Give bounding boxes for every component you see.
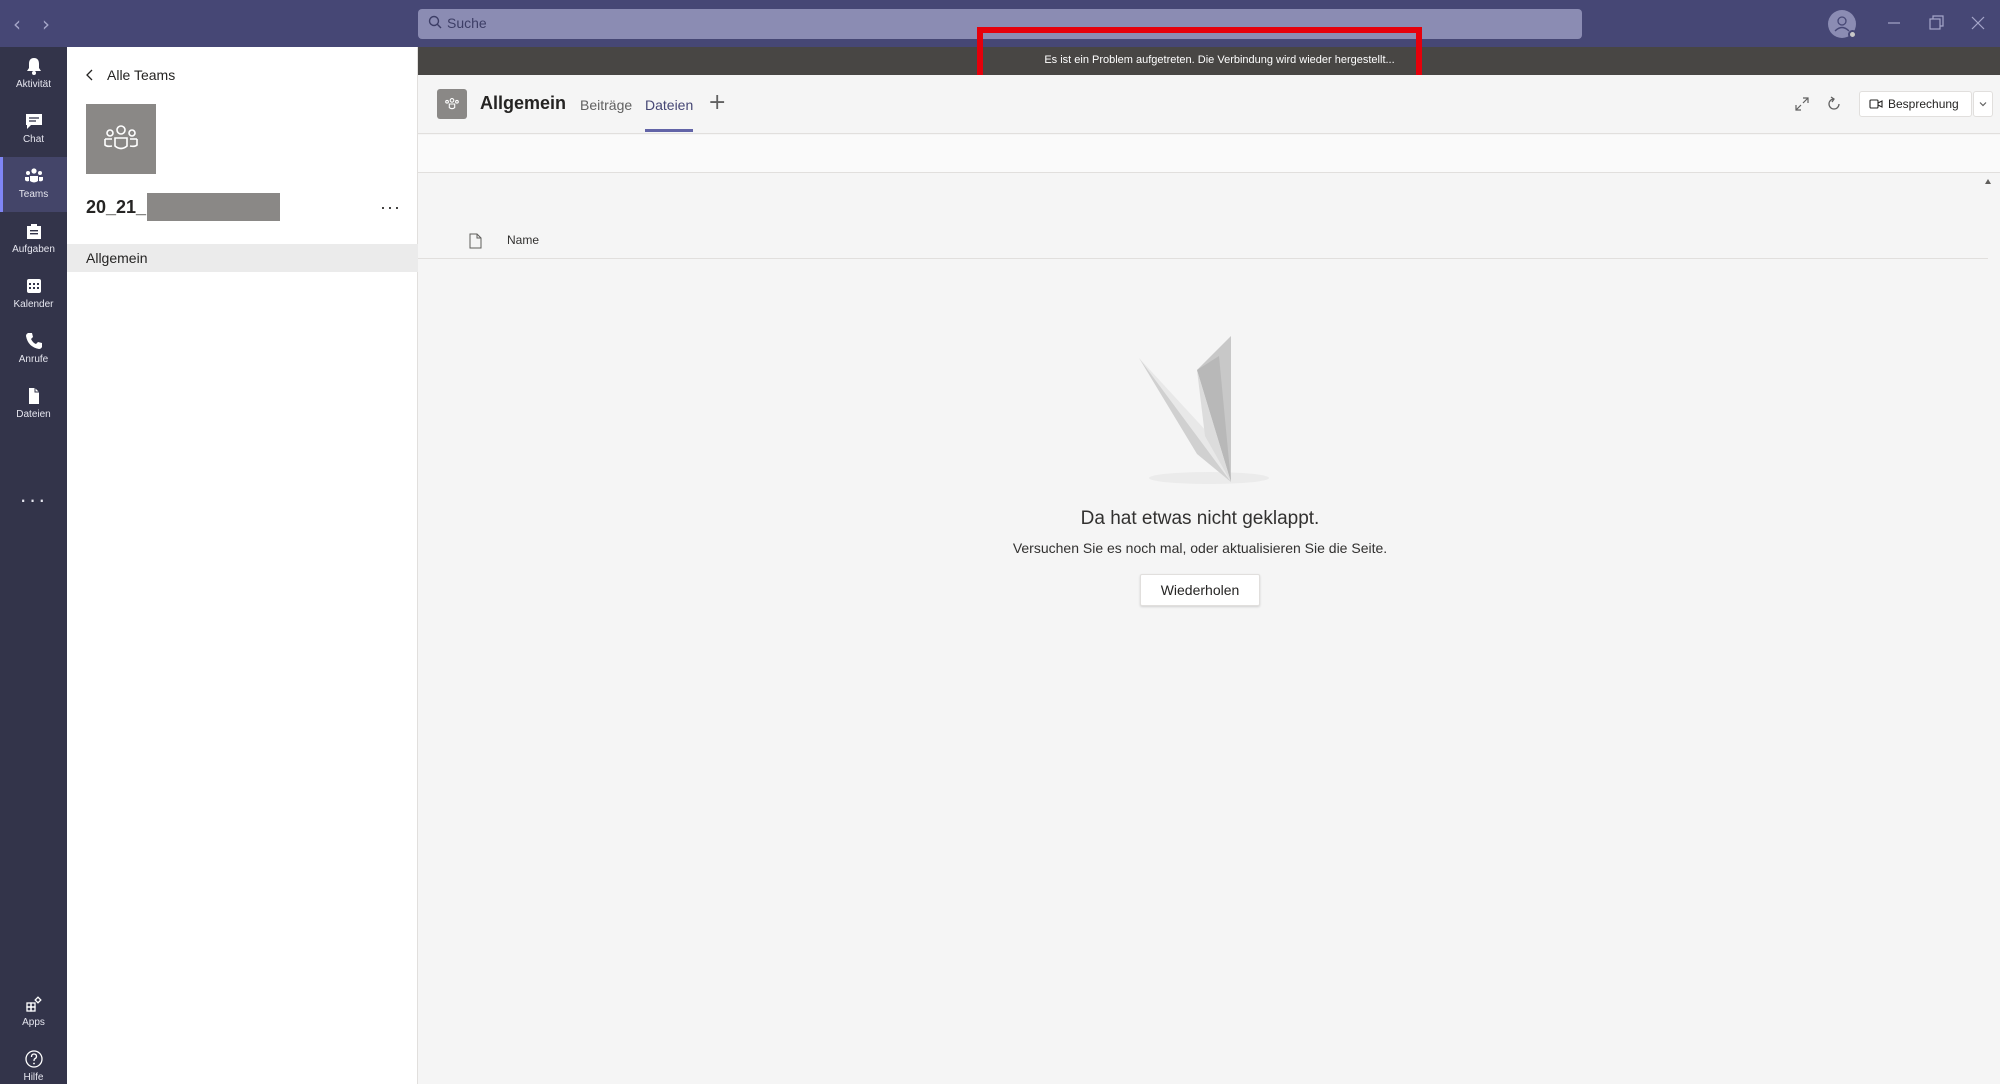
command-bar [418,135,2000,173]
channel-header: Allgemein Beiträge Dateien + Besprechung [418,75,2000,134]
meeting-button[interactable]: Besprechung [1859,91,1972,117]
rail-label-files: Dateien [16,409,51,420]
calendar-icon [26,279,41,293]
team-name-row: 20_21_ [86,193,281,221]
file-type-icon [469,233,482,249]
scroll-up-arrow-icon[interactable] [1984,178,1992,186]
rail-label-tasks: Aufgaben [12,244,55,255]
team-avatar [86,104,156,174]
rail-item-calendar[interactable]: Kalender [0,267,67,322]
redacted-block [147,193,281,221]
main-content: Es ist ein Problem aufgetreten. Die Verb… [418,27,2000,1084]
video-camera-icon [1869,99,1883,109]
restore-icon[interactable] [1926,13,1946,33]
more-apps-icon[interactable]: ··· [0,487,67,513]
column-header-name[interactable]: Name [507,233,539,247]
presence-status-dot [1848,30,1857,39]
team-group-icon [445,98,459,110]
team-more-options-icon[interactable]: ··· [380,197,401,218]
chevron-down-icon [1979,102,1987,107]
phone-icon [25,333,42,349]
team-panel: Alle Teams 20_21_ ··· Allgemein [67,47,418,1084]
tab-posts[interactable]: Beiträge [580,97,632,113]
close-icon[interactable] [1968,13,1988,33]
apps-icon [25,996,42,1012]
search-placeholder: Suche [447,15,487,31]
error-subtitle: Versuchen Sie es noch mal, oder aktualis… [1012,540,1388,556]
channel-title: Allgemein [480,93,567,113]
search-icon [428,15,442,29]
chevron-left-icon [86,69,93,81]
add-tab-icon[interactable]: + [708,90,726,115]
error-title: Da hat etwas nicht geklappt. [1080,508,1320,529]
channel-item-general[interactable]: Allgemein [67,244,418,272]
rail-label-chat: Chat [22,134,45,145]
paper-plane-illustration [1139,336,1269,484]
profile-avatar[interactable] [1828,10,1857,39]
channel-label: Allgemein [86,250,148,266]
expand-icon[interactable] [1793,95,1811,113]
chat-icon [25,114,42,129]
rail-item-files[interactable]: Dateien [0,377,67,432]
back-arrow-icon[interactable]: ‹ [13,12,21,36]
meeting-label: Besprechung [1888,97,1959,111]
file-list-header: Name [418,221,1988,259]
rail-label-activity: Aktivität [15,79,51,90]
all-teams-label: Alle Teams [107,67,176,83]
tasks-icon [26,224,41,239]
rail-item-help[interactable]: Hilfe [0,1040,67,1084]
app-rail: Aktivität Chat Teams Aufgaben Kalender A… [0,47,67,1084]
forward-arrow-icon[interactable]: › [42,12,50,36]
rail-label-calendar: Kalender [13,299,54,310]
rail-item-apps[interactable]: Apps [0,985,67,1040]
retry-button[interactable]: Wiederholen [1140,574,1260,606]
team-name: 20_21_ [86,196,147,217]
all-teams-link[interactable]: Alle Teams [85,67,175,83]
help-icon [24,1050,43,1068]
rail-label-apps: Apps [22,1017,45,1028]
file-icon [28,388,39,404]
minimize-icon[interactable] [1884,13,1904,33]
team-group-icon [104,125,138,150]
refresh-icon[interactable] [1825,95,1843,113]
active-tab-indicator [645,129,693,132]
bell-icon [26,58,41,75]
rail-item-calls[interactable]: Anrufe [0,322,67,377]
rail-item-activity[interactable]: Aktivität [0,47,67,102]
rail-label-calls: Anrufe [18,354,49,365]
channel-avatar [437,89,467,119]
rail-item-teams[interactable]: Teams [0,157,67,212]
tab-files[interactable]: Dateien [645,97,693,113]
rail-label-help: Hilfe [23,1072,44,1083]
meeting-dropdown-button[interactable] [1973,91,1993,117]
teams-icon [24,168,43,183]
rail-item-tasks[interactable]: Aufgaben [0,212,67,267]
rail-label-teams: Teams [18,189,49,200]
rail-item-chat[interactable]: Chat [0,102,67,157]
